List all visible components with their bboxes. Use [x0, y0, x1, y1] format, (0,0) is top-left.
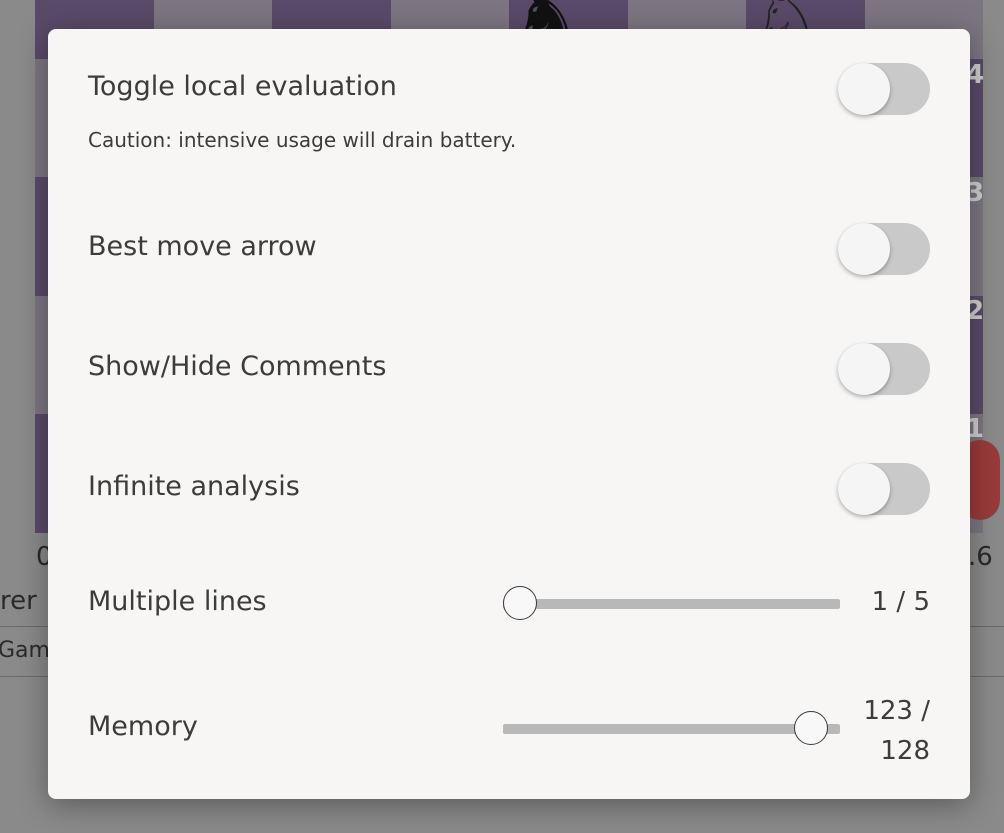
memory-value-max: 128	[880, 736, 930, 766]
bg-fragment: .6	[968, 542, 993, 572]
multiple-lines-slider[interactable]	[503, 584, 840, 624]
slider-thumb[interactable]	[503, 586, 537, 620]
toggle-knob	[838, 223, 890, 275]
multiple-lines-value: 1 / 5	[871, 587, 930, 617]
comments-label: Show/Hide Comments	[88, 351, 387, 382]
infinite-analysis-label: Infinite analysis	[88, 471, 300, 502]
memory-label: Memory	[88, 711, 198, 742]
analysis-settings-modal: Toggle local evaluation Caution: intensi…	[48, 29, 970, 799]
battery-caution-text: Caution: intensive usage will drain batt…	[88, 128, 517, 152]
toggle-knob	[838, 63, 890, 115]
multiple-lines-label: Multiple lines	[88, 586, 267, 617]
bg-fragment: rer	[0, 586, 37, 616]
local-eval-label: Toggle local evaluation	[88, 71, 397, 102]
comments-toggle[interactable]	[838, 343, 930, 395]
infinite-analysis-toggle[interactable]	[838, 463, 930, 515]
toggle-knob	[838, 463, 890, 515]
best-move-arrow-toggle[interactable]	[838, 223, 930, 275]
memory-value: 123 / 128	[863, 691, 930, 771]
slider-track	[503, 599, 840, 609]
toggle-knob	[838, 343, 890, 395]
memory-slider[interactable]	[503, 709, 840, 749]
best-move-arrow-label: Best move arrow	[88, 231, 317, 262]
memory-value-current: 123 /	[863, 696, 930, 726]
local-eval-toggle[interactable]	[838, 63, 930, 115]
slider-track	[503, 724, 840, 734]
slider-thumb[interactable]	[794, 711, 829, 745]
